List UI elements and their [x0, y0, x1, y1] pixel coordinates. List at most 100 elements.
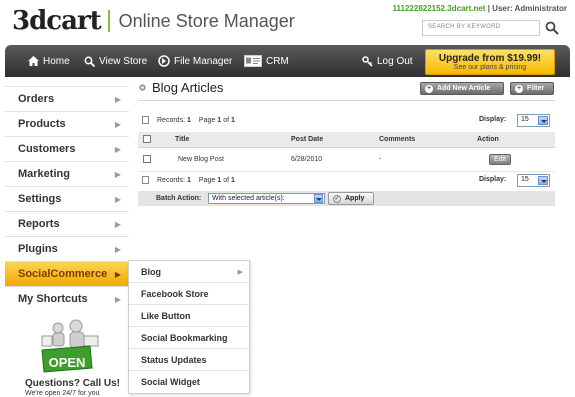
home-icon [28, 56, 39, 66]
chevron-right-icon: ▶ [114, 219, 121, 229]
store-domain-link[interactable]: 111222822152.3dcart.net [393, 4, 486, 13]
search-input[interactable]: SEARCH BY KEYWORD [422, 20, 540, 36]
filter-button[interactable]: + Filter [510, 82, 554, 95]
upgrade-button[interactable]: Upgrade from $19.99! See our plans & pri… [425, 49, 555, 75]
sidebar-item-label: Plugins [18, 243, 58, 255]
sidebar-item-socialcommerce[interactable]: SocialCommerce ▶ [5, 261, 129, 286]
chevron-right-icon: ▶ [114, 169, 121, 179]
article-comments: - [379, 156, 382, 163]
flyout-item-like-button[interactable]: Like Button [129, 305, 249, 327]
batch-action-label: Batch Action: [156, 195, 202, 202]
sidebar-item-settings[interactable]: Settings ▶ [5, 186, 129, 211]
article-post-date: 6/28/2010 [291, 156, 323, 163]
logo[interactable]: 3dcart Online Store Manager [12, 8, 295, 34]
sidebar-item-label: My Shortcuts [18, 293, 88, 305]
column-header-comments: Comments [379, 136, 416, 143]
file-manager-icon [158, 55, 170, 67]
batch-action-select-value: With selected article(s): [212, 195, 285, 202]
table-header: Title Post Date Comments Action [138, 132, 555, 148]
add-new-article-button[interactable]: + Add New Article [420, 82, 504, 95]
display-select-value: 15 [521, 116, 529, 123]
sidebar-item-label: Reports [18, 218, 60, 230]
page-label: Page [198, 176, 216, 184]
select-all-checkbox[interactable] [143, 134, 151, 143]
display-select-bottom[interactable]: 15 [517, 174, 550, 187]
app-title: Online Store Manager [118, 11, 295, 31]
column-header-post-date[interactable]: Post Date [291, 136, 379, 143]
sidebar-item-orders[interactable]: Orders ▶ [5, 86, 129, 111]
nav-file-manager[interactable]: File Manager [158, 45, 232, 77]
nav-home[interactable]: Home [28, 45, 70, 77]
records-label: Records: [157, 176, 186, 184]
page-current: 1 [217, 116, 222, 124]
nav-view-store[interactable]: View Store [84, 45, 147, 77]
action-cell: Edit [473, 154, 533, 165]
chevron-right-icon: ▶ [114, 244, 121, 254]
document-icon [142, 176, 149, 184]
flyout-item-label: Status Updates [141, 354, 207, 365]
page-of: of [223, 116, 230, 124]
sidebar-item-label: Settings [18, 193, 62, 205]
page-label: Page [198, 116, 216, 124]
sidebar-item-label: Products [18, 118, 66, 130]
records-count: 1 [187, 176, 191, 184]
page-total: 1 [231, 176, 235, 184]
nav-log-out[interactable]: Log Out [362, 45, 413, 77]
flyout-item-social-bookmarking[interactable]: Social Bookmarking [129, 327, 249, 349]
add-new-article-label: Add New Article [437, 85, 491, 92]
row-checkbox[interactable] [143, 154, 151, 163]
upgrade-subtitle: See our plans & pricing [453, 64, 527, 71]
magnifier-icon [84, 56, 95, 67]
search-icon[interactable] [544, 20, 560, 36]
chevron-right-icon: ▶ [114, 144, 121, 154]
nav-home-label: Home [43, 55, 70, 67]
chevron-right-icon: ▶ [114, 269, 121, 279]
display-label: Display: [479, 176, 507, 183]
key-icon [362, 55, 373, 67]
table-row: New Blog Post 6/28/2010 - Edit [138, 148, 555, 172]
records-label: Records: [157, 116, 186, 124]
flyout-item-facebook-store[interactable]: Facebook Store [129, 283, 249, 305]
crm-card-icon [244, 55, 262, 67]
sidebar-item-plugins[interactable]: Plugins ▶ [5, 236, 129, 261]
column-header-action: Action [477, 136, 499, 143]
flyout-item-blog[interactable]: Blog ▶ [129, 261, 249, 283]
support-subtitle: We're open 24/7 for you [25, 390, 100, 397]
nav-crm[interactable]: CRM [244, 45, 289, 77]
chevron-right-icon: ▶ [114, 294, 121, 304]
socialcommerce-flyout-menu: Blog ▶ Facebook Store Like Button Social … [128, 260, 250, 394]
records-count: 1 [187, 116, 191, 124]
flyout-item-social-widget[interactable]: Social Widget [129, 371, 249, 393]
chevron-down-icon [538, 116, 548, 125]
apply-button[interactable]: ✓ Apply [328, 192, 374, 205]
page-title: Blog Articles [138, 80, 224, 95]
chevron-right-icon: ▶ [114, 194, 121, 204]
flyout-item-label: Social Bookmarking [141, 332, 228, 343]
sidebar-item-label: Customers [18, 143, 76, 155]
logo-divider [107, 10, 110, 32]
flyout-item-status-updates[interactable]: Status Updates [129, 349, 249, 371]
flyout-item-label: Facebook Store [141, 288, 209, 299]
records-summary-top: Records: 1 Page 1 of 1 [142, 116, 237, 124]
gear-icon [139, 84, 146, 91]
sidebar-item-marketing[interactable]: Marketing ▶ [5, 161, 129, 186]
sidebar-item-reports[interactable]: Reports ▶ [5, 211, 129, 236]
page-of: of [223, 176, 230, 184]
nav-crm-label: CRM [266, 55, 289, 67]
flyout-item-label: Blog [141, 266, 161, 277]
sidebar-item-label: Marketing [18, 168, 70, 180]
display-select-top[interactable]: 15 [517, 114, 550, 127]
sidebar-item-products[interactable]: Products ▶ [5, 111, 129, 136]
sidebar-item-my-shortcuts[interactable]: My Shortcuts ▶ [5, 286, 129, 311]
page-current: 1 [217, 176, 222, 184]
page-total: 1 [231, 116, 235, 124]
column-header-title[interactable]: Title [170, 136, 291, 143]
edit-button[interactable]: Edit [489, 154, 511, 165]
records-summary-bottom: Records: 1 Page 1 of 1 [142, 176, 237, 184]
article-title-link[interactable]: New Blog Post [170, 156, 291, 163]
title-divider [138, 100, 555, 101]
chevron-right-icon: ▶ [114, 119, 121, 129]
sidebar-item-customers[interactable]: Customers ▶ [5, 136, 129, 161]
batch-action-select[interactable]: With selected article(s): [208, 193, 325, 204]
display-label: Display: [479, 116, 507, 123]
